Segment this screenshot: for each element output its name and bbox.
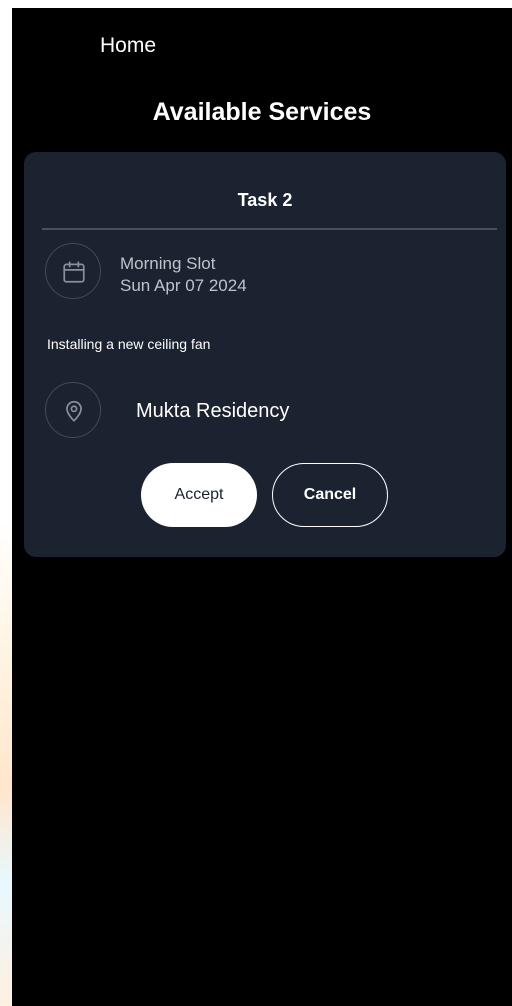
location-pin-icon <box>45 382 101 438</box>
task-description: Installing a new ceiling fan <box>47 336 211 352</box>
slot-info: Morning Slot Sun Apr 07 2024 <box>120 253 247 297</box>
task-card: Task 2 Morning Slot Sun Apr 07 2024 Inst… <box>24 152 506 557</box>
page-title: Available Services <box>152 98 372 126</box>
slot-date: Sun Apr 07 2024 <box>120 276 247 295</box>
app-screen: Home Available Services Task 2 Morning S… <box>12 8 512 1006</box>
task-location: Mukta Residency <box>136 400 290 422</box>
cancel-button[interactable]: Cancel <box>272 463 388 527</box>
task-title: Task 2 <box>237 190 293 210</box>
calendar-icon <box>45 243 101 299</box>
nav-title[interactable]: Home <box>100 34 156 58</box>
slot-label: Morning Slot <box>120 254 216 273</box>
card-divider <box>42 228 497 230</box>
accept-button[interactable]: Accept <box>141 463 257 527</box>
